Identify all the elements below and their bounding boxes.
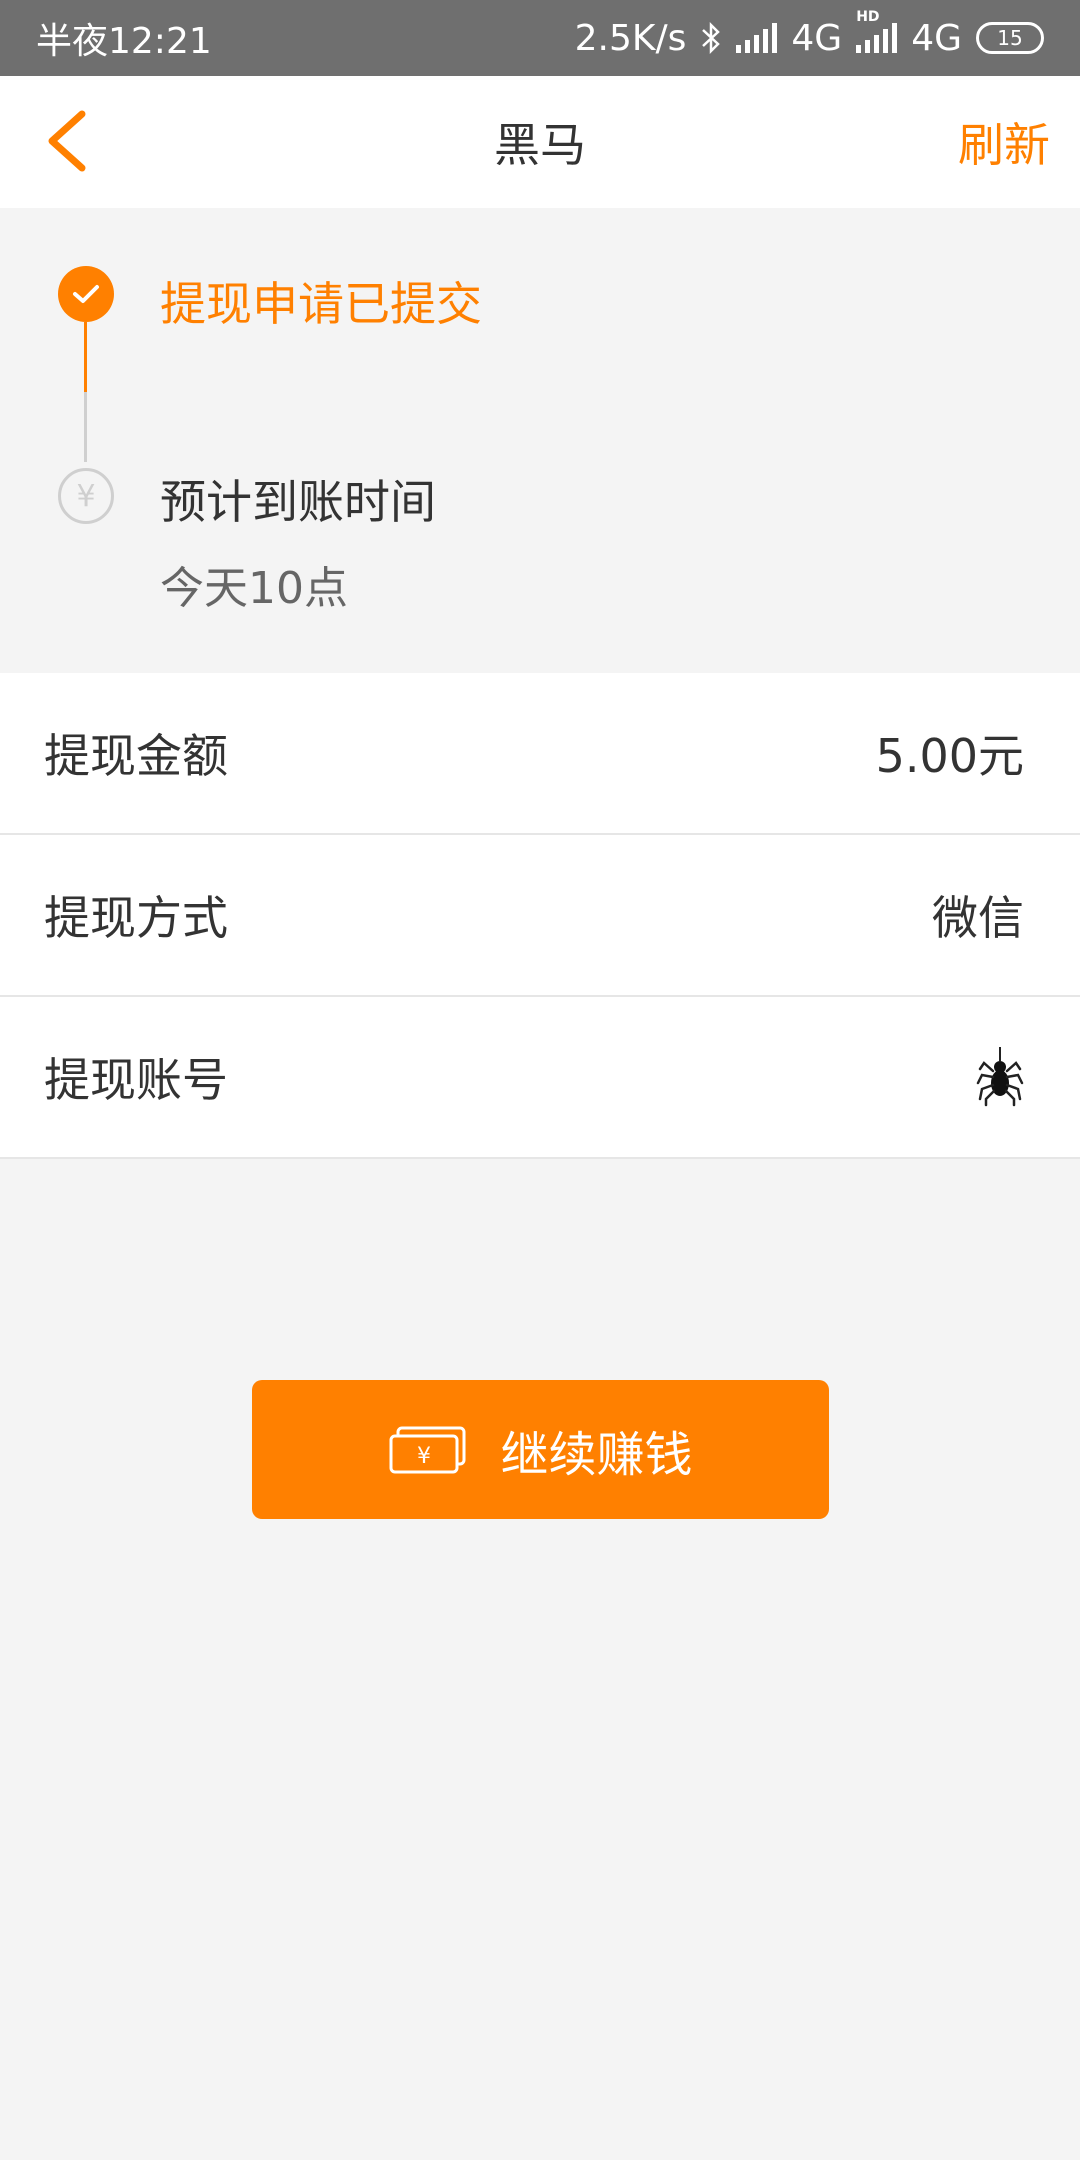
status-time: 半夜12:21	[36, 21, 212, 62]
detail-row-method: 提现方式 微信	[0, 835, 1080, 997]
spider-icon	[976, 1047, 1024, 1107]
progress-line-done	[84, 322, 87, 392]
account-label: 提现账号	[44, 1053, 228, 1107]
method-value: 微信	[932, 891, 1024, 945]
status-bar: 半夜12:21 2.5K/s 4G HD 4G 15	[0, 0, 1080, 76]
continue-earning-label: 继续赚钱	[500, 1426, 693, 1483]
yen-icon: ¥	[76, 478, 96, 514]
net-speed: 2.5K/s	[574, 17, 687, 59]
battery-level: 15	[997, 26, 1023, 50]
method-label: 提现方式	[44, 891, 228, 945]
signal-icon	[736, 23, 778, 53]
money-icon: ¥	[389, 1426, 466, 1473]
chevron-left-icon	[48, 110, 86, 172]
check-icon	[73, 285, 99, 303]
step-submitted-label: 提现申请已提交	[160, 277, 482, 331]
progress-line-pending	[84, 392, 87, 462]
amount-label: 提现金额	[44, 729, 228, 783]
hd-signal: HD	[856, 9, 898, 53]
step-pending-marker: ¥	[58, 468, 114, 524]
step-done-marker	[58, 266, 114, 322]
back-button[interactable]	[40, 106, 100, 176]
detail-row-account: 提现账号	[0, 997, 1080, 1159]
network-type-1: 4G	[791, 17, 843, 59]
status-indicators: 2.5K/s 4G HD 4G 15	[574, 9, 1044, 59]
refresh-button[interactable]: 刷新	[958, 109, 1050, 175]
signal-icon-2	[856, 23, 898, 53]
step-arrival-label: 预计到账时间	[160, 475, 436, 529]
network-type-2: 4G	[911, 17, 962, 59]
battery-icon: 15	[976, 22, 1044, 54]
hd-label: HD	[856, 9, 880, 25]
withdraw-progress: ¥ 提现申请已提交 预计到账时间 今天10点	[0, 208, 1080, 673]
continue-earning-button[interactable]: ¥ 继续赚钱	[252, 1380, 829, 1519]
withdraw-details: 提现金额 5.00元 提现方式 微信 提现账号	[0, 673, 1080, 1159]
amount-value: 5.00元	[875, 729, 1024, 783]
detail-row-amount: 提现金额 5.00元	[0, 673, 1080, 835]
step-arrival-time: 今天10点	[160, 563, 348, 614]
money-icon-symbol: ¥	[417, 1444, 431, 1469]
page-title: 黑马	[494, 118, 586, 172]
nav-bar: 黑马 刷新	[0, 76, 1080, 208]
bluetooth-icon	[702, 21, 721, 55]
